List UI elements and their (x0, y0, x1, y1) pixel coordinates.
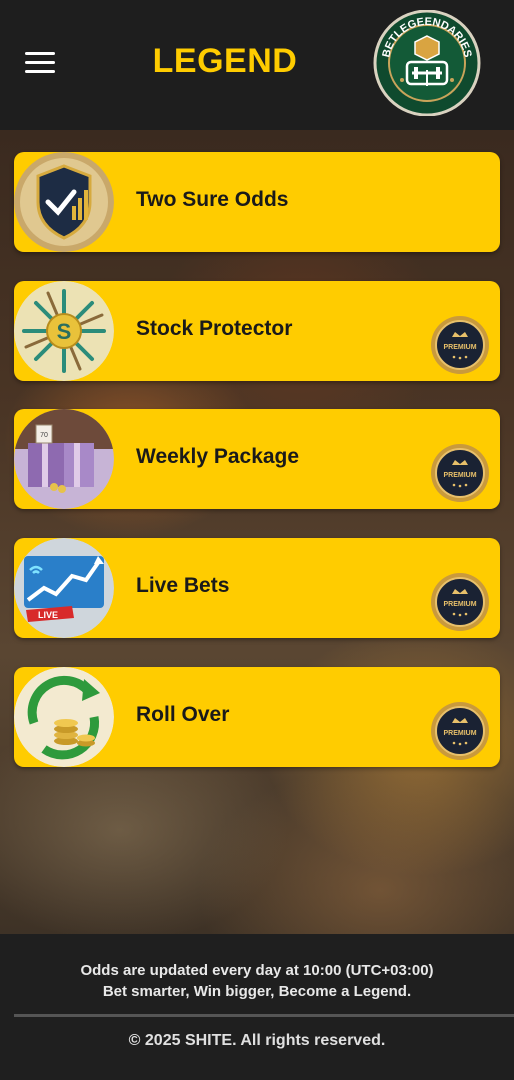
card-two-sure-odds[interactable]: Two Sure Odds (14, 152, 500, 252)
coins-cycle-icon (14, 667, 114, 767)
card-stock-protector[interactable]: S Stock Protector PREMIUM (14, 281, 500, 381)
premium-crown-badge-icon: PREMIUM (431, 573, 489, 631)
card-weekly-package[interactable]: 70 Weekly Package PREMIUM (14, 409, 500, 509)
card-label: Two Sure Odds (136, 188, 289, 211)
premium-badge-text: PREMIUM (443, 472, 476, 479)
premium-badge-text: PREMIUM (443, 730, 476, 737)
gift-box-icon: 70 (14, 409, 114, 509)
card-roll-over[interactable]: Roll Over PREMIUM (14, 667, 500, 767)
copyright-text: © 2025 SHITE. All rights reserved. (128, 1032, 386, 1049)
svg-text:S: S (57, 319, 72, 344)
shield-chart-icon (14, 152, 114, 252)
premium-crown-badge-icon: PREMIUM (431, 702, 489, 760)
main-content: Two Sure Odds S Stock Protector PREMIUM (0, 130, 514, 934)
premium-crown-badge-icon: PREMIUM (431, 444, 489, 502)
premium-badge-text: PREMIUM (443, 601, 476, 608)
card-label: Live Bets (136, 574, 230, 597)
card-live-bets[interactable]: LIVE Live Bets PREMIUM (14, 538, 500, 638)
card-label: Roll Over (136, 703, 230, 726)
card-label: Weekly Package (136, 445, 300, 468)
app-header: LEGEND BETLEGEENDARIES (0, 0, 514, 130)
card-label: Stock Protector (136, 317, 293, 340)
app-footer: Odds are updated every day at 10:00 (UTC… (0, 934, 514, 1080)
live-label: LIVE (38, 610, 58, 620)
live-chart-icon: LIVE (14, 538, 114, 638)
premium-badge-text: PREMIUM (443, 344, 476, 351)
footer-divider (14, 1014, 514, 1017)
brand-logo[interactable]: BETLEGEENDARIES (372, 10, 482, 116)
footer-tagline: Bet smarter, Win bigger, Become a Legend… (102, 983, 412, 1000)
premium-crown-badge-icon: PREMIUM (431, 316, 489, 374)
dollar-arrows-icon: S (14, 281, 114, 381)
footer-update-note: Odds are updated every day at 10:00 (UTC… (80, 962, 434, 979)
svg-text:70: 70 (40, 432, 48, 439)
